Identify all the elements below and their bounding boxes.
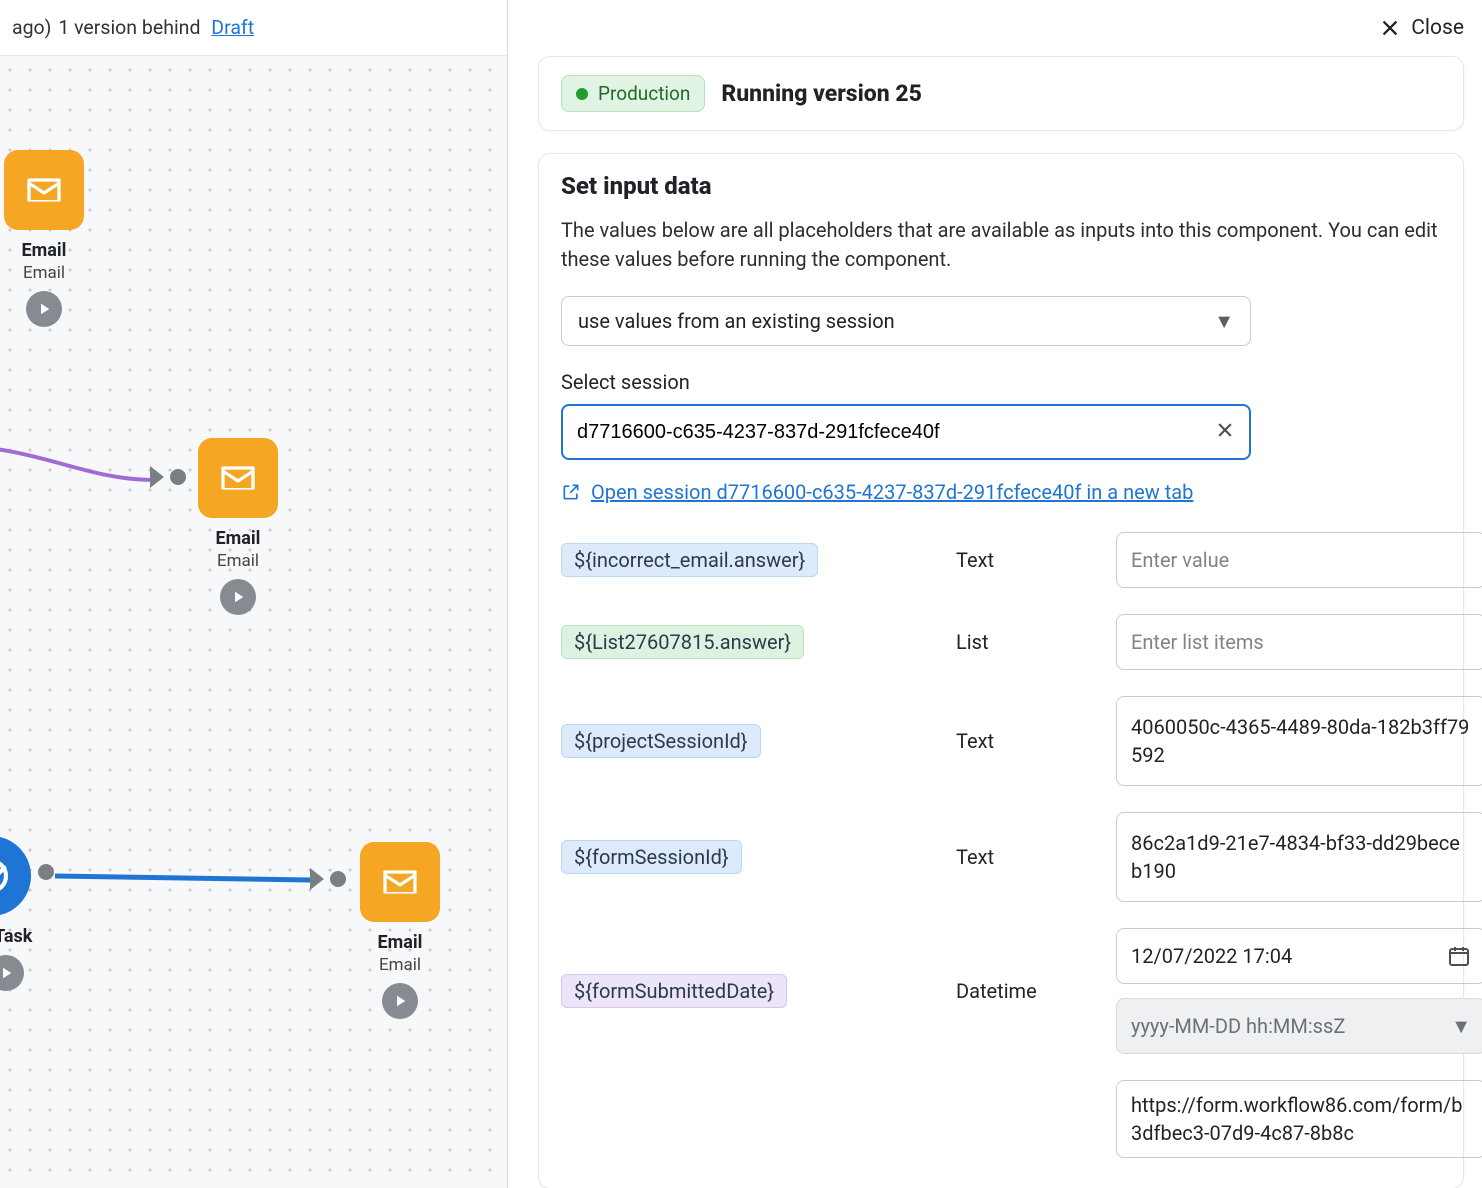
close-label: Close <box>1411 16 1464 40</box>
input-port[interactable] <box>310 868 346 890</box>
value-input[interactable]: https://form.workflow86.com/form/b3dfbec… <box>1116 1080 1482 1158</box>
section-title: Set input data <box>561 172 1441 200</box>
close-button[interactable]: Close <box>1379 16 1464 40</box>
node-subtitle: Email <box>379 955 421 975</box>
clear-session-button[interactable] <box>1215 420 1235 445</box>
running-version-label: Running version 25 <box>721 80 922 107</box>
inputs-table: ${incorrect_email.answer} Text Enter val… <box>561 532 1441 1158</box>
placeholder-chip: ${formSubmittedDate} <box>561 974 787 1008</box>
date-format-select[interactable]: yyyy-MM-DD hh:MM:ssZ ▼ <box>1116 998 1482 1054</box>
section-description: The values below are all placeholders th… <box>561 216 1441 274</box>
node-email-3[interactable]: Email Email <box>360 842 440 1019</box>
value-input[interactable]: Enter list items <box>1116 614 1482 670</box>
node-subtitle: Email <box>23 263 65 283</box>
type-label: Text <box>956 729 1116 753</box>
placeholder-chip: ${List27607815.answer} <box>561 625 804 659</box>
header-prefix: ago) <box>12 16 51 39</box>
type-label: Text <box>956 548 1116 572</box>
datetime-input[interactable]: 12/07/2022 17:04 <box>1116 928 1482 984</box>
output-port[interactable] <box>38 864 54 880</box>
run-node-button[interactable] <box>220 579 256 615</box>
environment-pill: Production <box>561 75 705 112</box>
placeholder-chip: ${incorrect_email.answer} <box>561 543 818 577</box>
date-format-value: yyyy-MM-DD hh:MM:ssZ <box>1131 1014 1451 1038</box>
status-dot-icon <box>576 88 588 100</box>
calendar-icon <box>1447 944 1471 968</box>
task-icon <box>0 836 31 916</box>
input-port[interactable] <box>150 466 186 488</box>
node-email-2[interactable]: Email Email <box>198 438 278 615</box>
session-input[interactable] <box>577 421 1205 444</box>
workflow-canvas[interactable]: ago) 1 version behind Draft Email Email … <box>0 0 508 1188</box>
datetime-value: 12/07/2022 17:04 <box>1131 944 1447 968</box>
node-title: Email <box>22 240 67 261</box>
session-select[interactable] <box>561 404 1251 460</box>
external-link-icon <box>561 482 581 502</box>
node-title: n Task <box>0 926 32 947</box>
environment-label: Production <box>598 82 690 105</box>
select-value: use values from an existing session <box>578 309 895 333</box>
node-subtitle: Email <box>217 551 259 571</box>
run-node-button[interactable] <box>382 983 418 1019</box>
mail-icon <box>360 842 440 922</box>
value-input[interactable]: Enter value <box>1116 532 1482 588</box>
close-icon <box>1379 17 1401 39</box>
node-task[interactable]: n Task <box>0 836 32 991</box>
type-label: Datetime <box>956 979 1116 1003</box>
chevron-down-icon: ▼ <box>1214 309 1234 334</box>
draft-link[interactable]: Draft <box>211 16 254 39</box>
value-source-select[interactable]: use values from an existing session ▼ <box>561 296 1251 346</box>
node-email-1[interactable]: Email Email <box>4 150 84 327</box>
type-label: List <box>956 630 1116 654</box>
close-icon <box>1215 420 1235 440</box>
node-title: Email <box>378 932 423 953</box>
run-node-button[interactable] <box>26 291 62 327</box>
value-input[interactable]: 4060050c-4365-4489-80da-182b3ff79592 <box>1116 696 1482 786</box>
input-data-card: Set input data The values below are all … <box>538 153 1464 1188</box>
open-session-text: Open session d7716600-c635-4237-837d-291… <box>591 480 1193 504</box>
type-label: Text <box>956 845 1116 869</box>
placeholder-chip: ${formSessionId} <box>561 840 742 874</box>
side-panel: Close Production Running version 25 Set … <box>508 0 1482 1188</box>
session-select-label: Select session <box>561 370 1441 394</box>
status-card: Production Running version 25 <box>538 56 1464 131</box>
placeholder-chip: ${projectSessionId} <box>561 724 761 758</box>
value-input[interactable]: 86c2a1d9-21e7-4834-bf33-dd29beceb190 <box>1116 812 1482 902</box>
node-title: Email <box>216 528 261 549</box>
run-node-button[interactable] <box>0 955 24 991</box>
version-behind-text: 1 version behind <box>53 16 205 39</box>
open-session-link[interactable]: Open session d7716600-c635-4237-837d-291… <box>561 480 1441 504</box>
canvas-header: ago) 1 version behind Draft <box>0 0 507 56</box>
mail-icon <box>198 438 278 518</box>
mail-icon <box>4 150 84 230</box>
chevron-down-icon: ▼ <box>1451 1014 1471 1039</box>
